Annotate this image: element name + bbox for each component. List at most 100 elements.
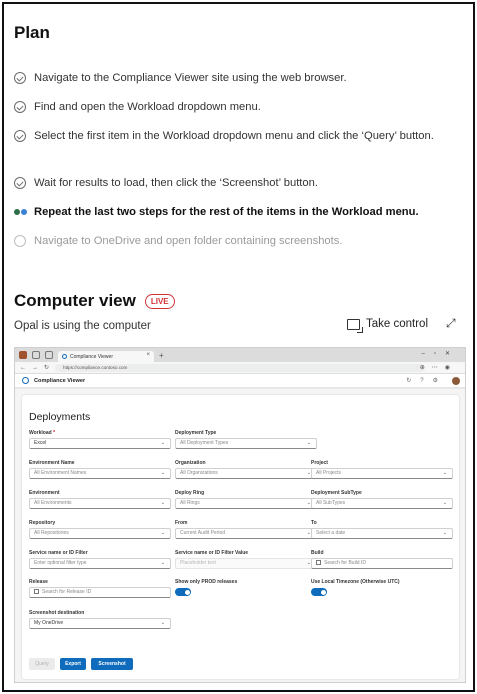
date-placeholder: Select a date [316, 530, 346, 536]
app-header-icons[interactable]: ↻?⚙ [406, 377, 447, 384]
project-field: Project All Projects ⌄ [311, 460, 453, 479]
chevron-down-icon: ⌄ [160, 620, 165, 626]
field-label: Service name or ID Filter Value [175, 550, 249, 556]
empty-circle-icon [14, 235, 26, 247]
field-label: Deployment SubType [311, 490, 362, 496]
chevron-down-icon: ⌄ [306, 440, 311, 446]
app-title: Compliance Viewer [34, 377, 86, 384]
address-input[interactable]: https://compliance.contoso.com [55, 363, 426, 372]
browser-toolbar-icons[interactable]: ⊕⋯◉ [420, 364, 457, 371]
field-label: Repository [29, 520, 56, 526]
plan-step: Find and open the Workload dropdown menu… [14, 99, 454, 115]
refresh-icon[interactable]: ↻ [44, 364, 49, 371]
service-filter-value-dropdown[interactable]: Placeholder text ⌄ [175, 558, 317, 569]
dropdown-value: All Environment Names [34, 470, 87, 476]
chevron-down-icon: ⌄ [442, 530, 447, 536]
field-label: Environment Name [29, 460, 75, 466]
computer-view-header: Computer view LIVE [14, 291, 175, 311]
query-button[interactable]: Query [29, 658, 55, 670]
prod-only-toggle[interactable] [175, 588, 191, 596]
plan-title: Plan [14, 23, 50, 42]
field-label: Service name or ID Filter [29, 550, 88, 556]
to-field: To Select a date ⌄ [311, 520, 453, 539]
app-logo-icon [22, 377, 29, 384]
from-field: From Current Audit Period ⌄ [175, 520, 317, 539]
plan-step-text: Select the first item in the Workload dr… [34, 130, 434, 142]
expand-icon[interactable]: ⤢ [446, 316, 456, 331]
app-content: Deployments Workload * Excel ⌄ Deployment… [15, 389, 465, 682]
build-search-input[interactable]: Search for Build ID [311, 558, 453, 569]
export-button[interactable]: Export [60, 658, 86, 670]
chevron-down-icon: ⌄ [160, 470, 165, 476]
browser-tab-title: Compliance Viewer [70, 353, 113, 360]
release-search-input[interactable]: Search for Release ID [29, 587, 171, 598]
from-dropdown[interactable]: Current Audit Period ⌄ [175, 528, 317, 539]
field-label: Show only PROD releases [175, 579, 238, 585]
field-label: Use Local Timezone (Otherwise UTC) [311, 579, 400, 585]
forward-icon[interactable]: → [32, 365, 38, 371]
deployment-type-dropdown[interactable]: All Deployment Types ⌄ [175, 438, 317, 449]
dropdown-value: All Repositories [34, 530, 69, 536]
field-label: Screenshot destination [29, 610, 85, 616]
plan-step-current: Repeat the last two steps for the rest o… [14, 204, 454, 220]
new-tab-icon[interactable]: + [159, 351, 164, 360]
chevron-down-icon: ⌄ [442, 470, 447, 476]
workspaces-icon[interactable] [32, 351, 40, 359]
service-filter-dropdown[interactable]: Enter optional filter type ⌄ [29, 558, 171, 569]
environment-dropdown[interactable]: All Environments ⌄ [29, 498, 171, 509]
project-dropdown[interactable]: All Projects ⌄ [311, 468, 453, 479]
browser-tab-bar: Compliance Viewer × + –▫✕ [15, 348, 465, 362]
dropdown-value: All Deployment Types [180, 440, 229, 446]
workload-dropdown[interactable]: Excel ⌄ [29, 438, 171, 449]
check-circle-icon [14, 101, 26, 113]
computer-view-subtitle: Opal is using the computer [14, 320, 151, 332]
take-control-button[interactable]: Take control [347, 318, 428, 333]
input-placeholder: Search for Build ID [324, 560, 366, 566]
screenshot-destination-dropdown[interactable]: My OneDrive ⌄ [29, 618, 171, 629]
in-progress-icon [14, 206, 28, 218]
input-placeholder: Search for Release ID [42, 589, 92, 595]
profile-icon[interactable] [19, 351, 27, 359]
field-label: To [311, 520, 317, 526]
chevron-down-icon: ⌄ [160, 560, 165, 566]
field-label: Release [29, 579, 48, 585]
dropdown-placeholder: Placeholder text [180, 560, 216, 566]
dropdown-value: My OneDrive [34, 620, 64, 626]
dropdown-value: All Rings [180, 500, 200, 506]
service-filter-field: Service name or ID Filter Enter optional… [29, 550, 171, 569]
to-date-picker[interactable]: Select a date ⌄ [311, 528, 453, 539]
field-label: Workload [29, 430, 52, 436]
field-label: Environment [29, 490, 60, 496]
browser-tab[interactable]: Compliance Viewer × [58, 351, 154, 362]
browser-screenshot: Compliance Viewer × + –▫✕ ← → ↻ https://… [14, 347, 466, 683]
avatar[interactable] [452, 377, 460, 385]
close-tab-icon[interactable]: × [146, 352, 150, 358]
window-controls[interactable]: –▫✕ [422, 350, 460, 357]
plan-step: Select the first item in the Workload dr… [14, 128, 454, 144]
deploy-ring-dropdown[interactable]: All Rings ⌄ [175, 498, 317, 509]
field-label: Deploy Ring [175, 490, 205, 496]
dropdown-value: Current Audit Period [180, 530, 226, 536]
plan-step-text: Repeat the last two steps for the rest o… [34, 206, 419, 218]
screenshot-destination-field: Screenshot destination My OneDrive ⌄ [29, 610, 171, 629]
repository-dropdown[interactable]: All Repositories ⌄ [29, 528, 171, 539]
chevron-down-icon: ⌄ [160, 500, 165, 506]
deployment-type-field: Deployment Type All Deployment Types ⌄ [175, 430, 317, 449]
take-control-icon [347, 318, 363, 333]
environment-field: Environment All Environments ⌄ [29, 490, 171, 509]
check-circle-icon [14, 177, 26, 189]
screenshot-button[interactable]: Screenshot [91, 658, 133, 670]
repository-field: Repository All Repositories ⌄ [29, 520, 171, 539]
local-timezone-toggle[interactable] [311, 588, 327, 596]
tab-actions-icon[interactable] [45, 351, 53, 359]
plan-step-text: Navigate to the Compliance Viewer site u… [34, 72, 347, 84]
agent-panel: Plan Navigate to the Compliance Viewer s… [2, 2, 475, 692]
address-bar-row: ← → ↻ https://compliance.contoso.com ⊕⋯◉ [15, 362, 465, 374]
environment-name-dropdown[interactable]: All Environment Names ⌄ [29, 468, 171, 479]
app-header: Compliance Viewer ↻?⚙ [15, 374, 465, 388]
deployment-subtype-dropdown[interactable]: All SubTypes ⌄ [311, 498, 453, 509]
back-icon[interactable]: ← [20, 365, 26, 371]
check-circle-icon [14, 130, 26, 142]
dropdown-placeholder: Enter optional filter type [34, 560, 87, 566]
organization-dropdown[interactable]: All Organizations ⌄ [175, 468, 317, 479]
